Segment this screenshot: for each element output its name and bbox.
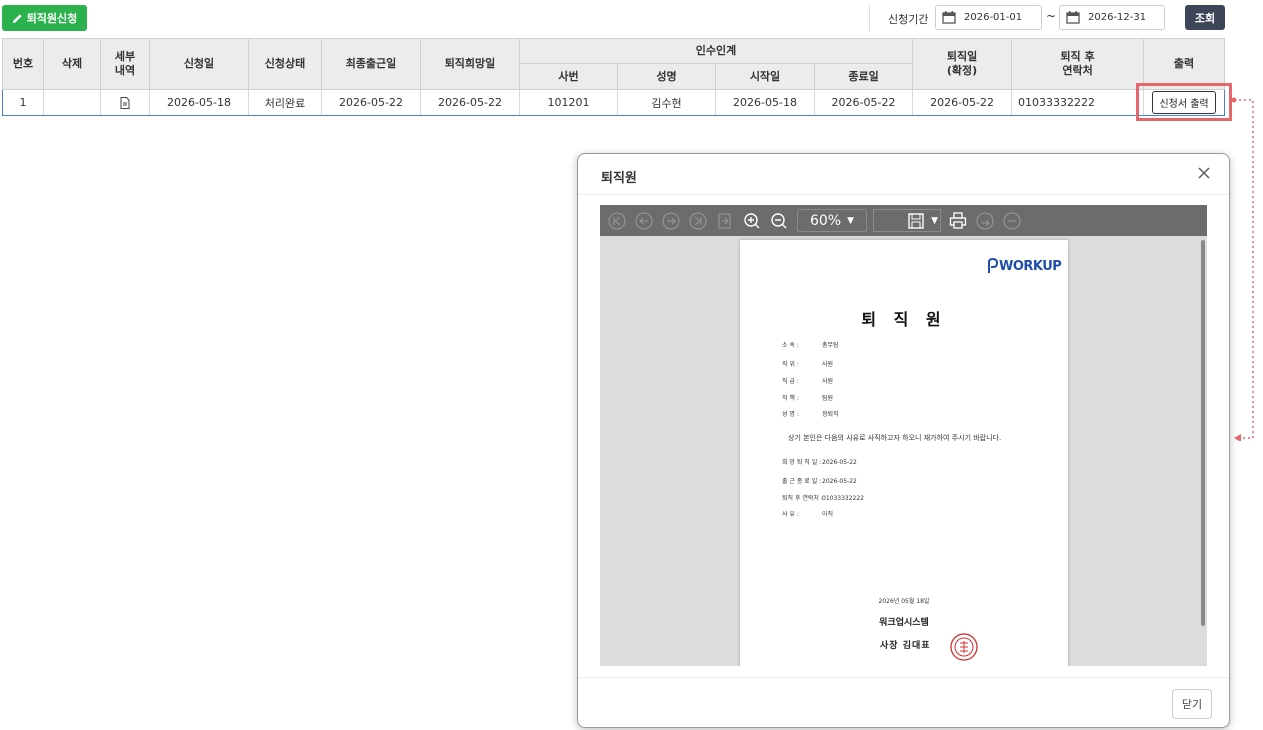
page-area: WORKUP 퇴 직 원 소 속 : 총무팀 직 위 : 사원 직 급 : 사원 직 …: [600, 236, 1207, 666]
chevron-down-icon: ▼: [931, 215, 938, 226]
document-page: WORKUP 퇴 직 원 소 속 : 총무팀 직 위 : 사원 직 급 : 사원 직 …: [740, 240, 1068, 666]
search-button[interactable]: 조회: [1185, 5, 1225, 30]
zoom-out-icon[interactable]: [769, 211, 789, 231]
cell-wish-date: 2026-05-22: [420, 89, 520, 116]
header-emp-no: 사번: [519, 63, 618, 90]
cell-last-work: 2026-05-22: [321, 89, 421, 116]
cell-name: 김수현: [617, 89, 716, 116]
detail-row: 사 유 : 이직: [782, 511, 834, 518]
logo-icon: [988, 258, 998, 273]
share-icon[interactable]: [975, 211, 995, 231]
field-row: 소 속 : 총무팀: [782, 342, 839, 349]
header-delete: 삭제: [43, 38, 101, 90]
company-seal-icon: [950, 633, 978, 661]
modal-divider: [578, 194, 1229, 195]
header-contact: 퇴직 후 연락처: [1011, 38, 1145, 90]
save-icon[interactable]: [907, 212, 925, 230]
field-row: 성 명 : 정퇴직: [782, 411, 839, 418]
zoom-select[interactable]: 60% ▼: [797, 209, 867, 232]
first-page-icon[interactable]: [607, 211, 627, 231]
period-label: 신청기간: [888, 13, 929, 26]
end-date-input[interactable]: 2026-12-31: [1059, 5, 1165, 30]
header-status: 신청상태: [248, 38, 322, 90]
viewer-toolbar: 60% ▼ ▼: [600, 205, 1207, 236]
cell-delete: [43, 89, 101, 116]
header-last-work: 최종출근일: [321, 38, 421, 90]
company-name: 워크업시스템: [879, 618, 929, 628]
modal-title: 퇴직원: [601, 171, 637, 186]
close-button[interactable]: 닫기: [1172, 689, 1212, 719]
last-page-icon[interactable]: [688, 211, 708, 231]
cell-status: 처리완료: [248, 89, 322, 116]
close-icon[interactable]: [1197, 166, 1211, 180]
header-retire-date: 퇴직일 (확정): [912, 38, 1013, 90]
calendar-icon[interactable]: [1066, 11, 1080, 24]
end-date-value: 2026-12-31: [1088, 12, 1147, 23]
divider: [869, 5, 870, 31]
header-name: 성명: [617, 63, 716, 90]
cell-apply-date: 2026-05-18: [149, 89, 249, 116]
header-end: 종료일: [813, 63, 914, 90]
field-row: 직 급 : 사원: [782, 378, 834, 385]
document-icon[interactable]: [120, 97, 130, 109]
zoom-in-icon[interactable]: [742, 211, 762, 231]
header-no: 번호: [2, 38, 44, 90]
detail-row: 출 근 종 료 일 :2026-05-22: [782, 478, 857, 485]
viewer-scrollbar[interactable]: [1201, 240, 1205, 626]
cell-no: 1: [2, 89, 44, 116]
cell-end: 2026-05-22: [813, 89, 914, 116]
detail-row: 퇴직 후 연락처 :01033332222: [782, 495, 864, 502]
print-icon[interactable]: [948, 211, 968, 231]
prev-page-icon[interactable]: [634, 211, 654, 231]
cell-emp-no: 101201: [519, 89, 618, 116]
date-range-dash: ~: [1046, 9, 1057, 23]
header-start: 시작일: [715, 63, 815, 90]
table-row[interactable]: 1 2026-05-18 처리완료 2026-05-22 2026-05-22 …: [2, 89, 1226, 116]
apply-resignation-button[interactable]: 퇴직원신청: [2, 5, 87, 31]
callout-connector: [1232, 97, 1254, 441]
cell-contact: 01033332222: [1011, 89, 1145, 116]
field-row: 직 책 : 팀원: [782, 395, 834, 402]
detail-row: 희 망 퇴 직 일 :2026-05-22: [782, 459, 857, 466]
calendar-icon[interactable]: [942, 11, 956, 24]
close-viewer-icon[interactable]: [1002, 211, 1022, 231]
header-print: 출력: [1143, 38, 1226, 90]
highlight-box: [1136, 83, 1232, 121]
statement-text: 상기 본인은 다음의 사유로 사직하고자 하오니 재가하여 주시기 바랍니다.: [788, 434, 1002, 442]
cell-retire: 2026-05-22: [912, 89, 1013, 116]
logo-text: WORKUP: [999, 258, 1062, 274]
workup-logo: WORKUP: [988, 258, 1062, 274]
report-viewer: 60% ▼ ▼ WORKUP 퇴 직 원 소 속 : 총무팀 직 위 : 사원 직: [600, 205, 1207, 666]
pencil-icon: [12, 13, 22, 23]
header-handover: 인수인계: [518, 38, 914, 64]
start-date-value: 2026-01-01: [964, 12, 1023, 23]
cell-start: 2026-05-18: [715, 89, 815, 116]
save-select[interactable]: ▼: [873, 209, 941, 232]
header-wish-date: 퇴직희망일: [420, 38, 520, 90]
apply-button-label: 퇴직원신청: [26, 12, 78, 25]
cell-detail[interactable]: [100, 89, 150, 116]
field-row: 직 위 : 사원: [782, 361, 834, 368]
sign-date: 2026년 05월 18일: [878, 598, 930, 605]
export-icon[interactable]: [715, 211, 735, 231]
resignation-modal: 퇴직원 60% ▼ ▼ WORKUP 퇴 직 원 소 속: 총무팀 직 위:…: [577, 153, 1230, 728]
document-title: 퇴 직 원: [861, 310, 947, 329]
header-detail: 세부 내역: [100, 38, 150, 90]
zoom-value: 60%: [809, 212, 842, 229]
resignation-table: 번호 삭제 세부 내역 신청일 신청상태 최종출근일 퇴직희망일 인수인계 퇴직일…: [2, 38, 1226, 116]
next-page-icon[interactable]: [661, 211, 681, 231]
start-date-input[interactable]: 2026-01-01: [935, 5, 1042, 30]
modal-footer-divider: [578, 677, 1229, 678]
header-apply-date: 신청일: [149, 38, 249, 90]
chevron-down-icon: ▼: [847, 215, 855, 226]
ceo-name: 사장 김대표: [880, 641, 931, 651]
